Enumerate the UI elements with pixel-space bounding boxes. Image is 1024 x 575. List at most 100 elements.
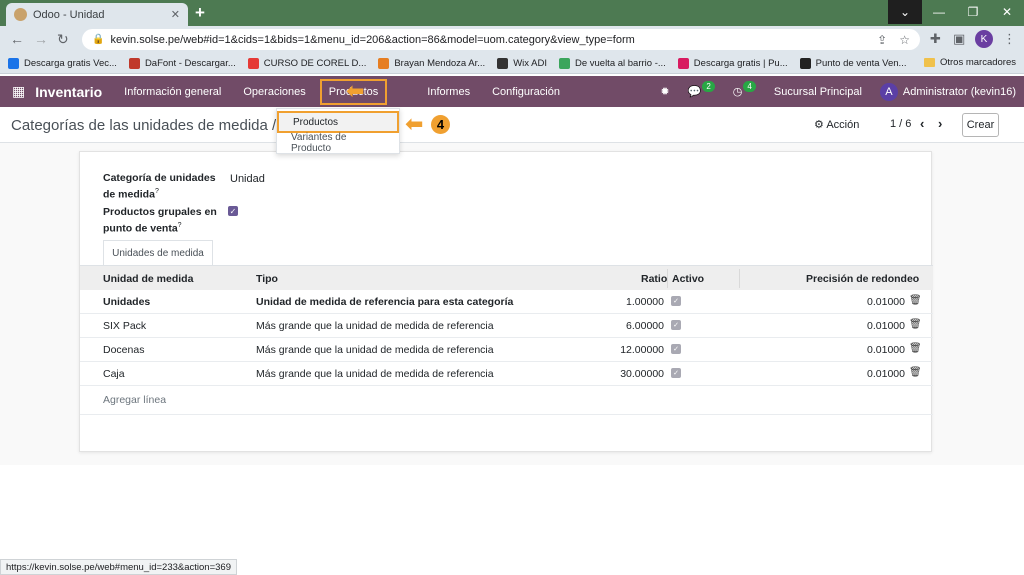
menu-informacion-general[interactable]: Información general [124, 86, 221, 98]
cell-rounding: 0.01000 [867, 368, 905, 380]
category-field-label: Categoría de unidades de medida? [103, 172, 216, 201]
bookmark-item[interactable]: Descarga gratis Vec... [8, 57, 117, 69]
lock-icon: 🔒 [92, 34, 105, 45]
table-row[interactable]: Unidades Unidad de medida de referencia … [80, 290, 933, 314]
forward-icon[interactable]: → [34, 31, 48, 47]
cell-rounding: 0.01000 [867, 320, 905, 332]
bookmark-item[interactable]: De vuelta al barrio -... [558, 57, 666, 69]
activities-button[interactable]: ◷ 4 [732, 81, 756, 98]
bookmark-favicon-icon [799, 57, 811, 69]
table-row[interactable]: SIX Pack Más grande que la unidad de med… [80, 314, 933, 338]
tab-search-icon[interactable]: ⌄ [888, 0, 922, 24]
clock-icon: ◷ [732, 86, 743, 98]
branch-switcher[interactable]: Sucursal Principal [774, 86, 862, 98]
minimize-button[interactable]: — [922, 0, 956, 24]
column-header-precision[interactable]: Precisión de redondeo [806, 273, 919, 285]
cell-unit-name: Docenas [103, 344, 145, 356]
pager-value[interactable]: 1 / 6 [890, 118, 911, 130]
other-bookmarks[interactable]: Otros marcadores [923, 57, 1016, 68]
play-icon [558, 57, 570, 69]
pager-previous-icon[interactable]: ‹ [920, 116, 924, 131]
cell-ratio: 30.00000 [620, 368, 664, 380]
dropdown-item-variantes[interactable]: Variantes de Producto [277, 132, 399, 154]
chat-icon: 💬 [687, 86, 702, 98]
apps-menu-icon[interactable]: ▦ [12, 83, 25, 100]
bookmark-favicon-icon [677, 57, 689, 69]
bookmark-item[interactable]: Punto de venta Ven... [799, 57, 906, 69]
table-header: Unidad de medida Tipo Ratio Activo Preci… [80, 265, 933, 290]
activities-badge: 4 [743, 81, 756, 92]
bookmark-star-icon[interactable]: ☆ [899, 33, 910, 47]
create-button[interactable]: Crear [962, 113, 999, 137]
cell-unit-type: Más grande que la unidad de medida de re… [256, 320, 494, 332]
restore-button[interactable]: ❐ [956, 0, 990, 24]
side-panel-icon[interactable]: ▣ [953, 31, 965, 47]
cell-unit-name: SIX Pack [103, 320, 147, 332]
share-icon[interactable]: ⇪ [877, 33, 887, 47]
browser-tab-strip: Odoo - Unidad ✕ + ⌄ — ❐ ✕ [0, 0, 1024, 26]
trash-icon[interactable]: 🗑 [909, 343, 922, 354]
extensions-icon[interactable]: ✚ [930, 31, 941, 47]
browser-tab[interactable]: Odoo - Unidad ✕ [6, 3, 188, 26]
column-header-tipo[interactable]: Tipo [256, 273, 278, 285]
back-icon[interactable]: ← [10, 31, 24, 47]
cell-ratio: 1.00000 [626, 296, 664, 308]
new-tab-button[interactable]: + [195, 3, 205, 23]
category-field-value[interactable]: Unidad [230, 173, 265, 185]
browser-menu-icon[interactable]: ⋮ [1003, 31, 1016, 47]
form-sheet: Categoría de unidades de medida? Unidad … [79, 151, 933, 452]
active-checkbox[interactable]: ✓ [671, 296, 681, 306]
address-url[interactable]: kevin.solse.pe/web#id=1&cids=1&bids=1&me… [110, 34, 865, 46]
cell-ratio: 12.00000 [620, 344, 664, 356]
app-name[interactable]: Inventario [35, 84, 102, 100]
cell-ratio: 6.00000 [626, 320, 664, 332]
column-header-unidad[interactable]: Unidad de medida [103, 273, 193, 285]
close-window-button[interactable]: ✕ [990, 0, 1024, 24]
group-products-checkbox[interactable]: ✓ [228, 206, 238, 216]
menu-configuracion[interactable]: Configuración [492, 86, 560, 98]
action-menu-button[interactable]: ⚙ Acción [814, 118, 859, 131]
active-checkbox[interactable]: ✓ [671, 320, 681, 330]
column-header-activo[interactable]: Activo [672, 273, 704, 285]
table-row[interactable]: Docenas Más grande que la unidad de medi… [80, 338, 933, 362]
trash-icon[interactable]: 🗑 [909, 319, 922, 330]
bookmark-item[interactable]: CURSO DE COREL D... [247, 57, 366, 69]
reload-icon[interactable]: ↻ [57, 31, 69, 48]
bookmark-favicon-icon [8, 57, 19, 69]
tab-unidades-de-medida[interactable]: Unidades de medida [103, 240, 213, 265]
menu-informes[interactable]: Informes [427, 86, 470, 98]
odoo-navbar: ▦ Inventario Información general Operaci… [0, 76, 1024, 107]
youtube-icon [247, 57, 259, 69]
close-tab-icon[interactable]: ✕ [171, 8, 180, 21]
browser-tab-title: Odoo - Unidad [33, 8, 105, 21]
gitlab-icon [378, 57, 390, 69]
folder-icon [923, 58, 935, 67]
messages-badge: 2 [702, 81, 715, 92]
browser-status-url: https://kevin.solse.pe/web#menu_id=233&a… [0, 559, 237, 575]
productos-dropdown: Productos Variantes de Producto [276, 108, 400, 154]
dropdown-item-productos[interactable]: Productos [277, 111, 399, 133]
column-header-ratio[interactable]: Ratio [641, 273, 667, 285]
gear-icon: ⚙ [814, 119, 824, 131]
annotation-arrow-icon: ⬅ [405, 111, 424, 136]
step-number-badge: 4 [431, 115, 450, 134]
bookmark-item[interactable]: Wix ADI [497, 57, 547, 69]
bookmark-favicon-icon [128, 57, 140, 69]
cell-rounding: 0.01000 [867, 296, 905, 308]
pager-next-icon[interactable]: › [938, 116, 942, 131]
user-menu[interactable]: A Administrator (kevin16) [879, 82, 1016, 101]
bookmark-item[interactable]: DaFont - Descargar... [128, 57, 236, 69]
address-bar[interactable]: 🔒 kevin.solse.pe/web#id=1&cids=1&bids=1&… [82, 29, 920, 50]
menu-operaciones[interactable]: Operaciones [243, 86, 305, 98]
profile-avatar[interactable]: K [975, 30, 993, 48]
bookmark-item[interactable]: Brayan Mendoza Ar... [378, 57, 485, 69]
table-row[interactable]: Caja Más grande que la unidad de medida … [80, 362, 933, 386]
messages-button[interactable]: 💬 2 [687, 81, 715, 98]
trash-icon[interactable]: 🗑 [909, 295, 922, 306]
trash-icon[interactable]: 🗑 [909, 367, 922, 378]
bookmark-item[interactable]: Descarga gratis | Pu... [677, 57, 788, 69]
active-checkbox[interactable]: ✓ [671, 368, 681, 378]
debug-bug-icon[interactable]: ✹ [660, 85, 669, 98]
add-line-link[interactable]: Agregar línea [103, 394, 166, 406]
active-checkbox[interactable]: ✓ [671, 344, 681, 354]
